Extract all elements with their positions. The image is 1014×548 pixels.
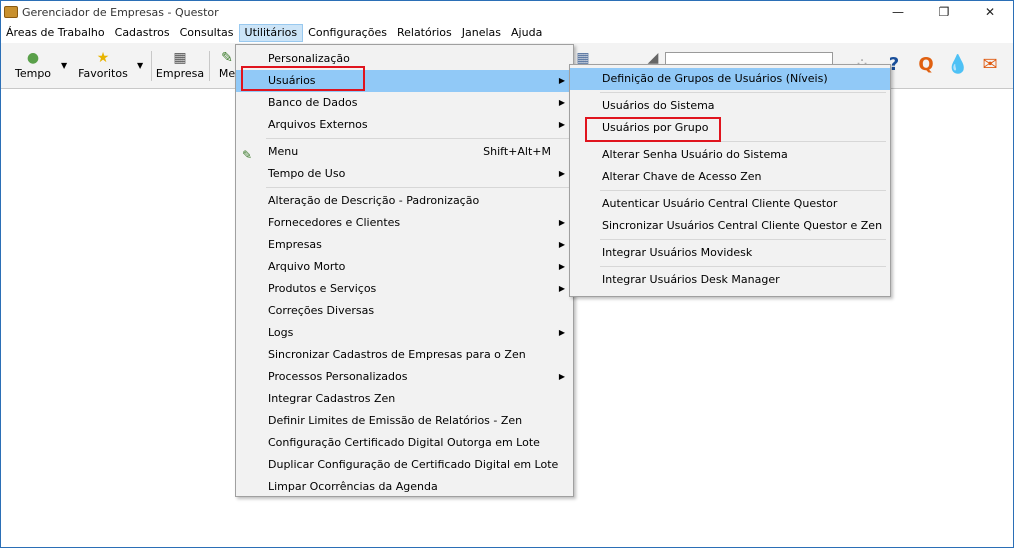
submenu-item-autenticar-central[interactable]: Autenticar Usuário Central Cliente Quest… <box>570 193 890 215</box>
submenu-arrow-icon: ▶ <box>558 76 565 85</box>
annotation-usuarios-por-grupo <box>585 117 721 142</box>
menu-item-arquivos-externos[interactable]: Arquivos Externos ▶ <box>236 114 573 136</box>
submenu-item-alterar-chave-zen[interactable]: Alterar Chave de Acesso Zen <box>570 166 890 188</box>
produtos-label: Produtos e Serviços <box>268 282 377 295</box>
menu-separator <box>266 187 569 188</box>
arquivo-morto-label: Arquivo Morto <box>268 260 346 273</box>
menu-item-fornecedores-clientes[interactable]: Fornecedores e Clientes ▶ <box>236 212 573 234</box>
usuarios-submenu: Definição de Grupos de Usuários (Níveis)… <box>569 64 891 297</box>
app-window: Gerenciador de Empresas - Questor — ❐ ✕ … <box>0 0 1014 548</box>
menu-item-sincronizar-cadastros[interactable]: Sincronizar Cadastros de Empresas para o… <box>236 344 573 366</box>
mail-alert-icon[interactable]: ✉ <box>977 51 1003 77</box>
clock-icon: ● <box>26 50 40 66</box>
minimize-button[interactable]: — <box>875 1 921 23</box>
tempo-uso-label: Tempo de Uso <box>268 167 346 180</box>
menu-consultas[interactable]: Consultas <box>175 24 239 42</box>
menu-item-tempo-de-uso[interactable]: Tempo de Uso ▶ <box>236 163 573 185</box>
submenu-arrow-icon: ▶ <box>558 169 565 178</box>
processos-label: Processos Personalizados <box>268 370 408 383</box>
tempo-button[interactable]: ● Tempo <box>15 49 51 85</box>
submenu-arrow-icon: ▶ <box>558 284 565 293</box>
menu-item-limpar-ocorrencias[interactable]: Limpar Ocorrências da Agenda <box>236 476 573 498</box>
empresa-button[interactable]: ▦ Empresa <box>155 49 205 85</box>
submenu-item-grupos-niveis[interactable]: Definição de Grupos de Usuários (Níveis) <box>570 68 890 90</box>
fornecedores-label: Fornecedores e Clientes <box>268 216 401 229</box>
submenu-arrow-icon: ▶ <box>558 98 565 107</box>
menu-separator <box>266 138 569 139</box>
empresa-label: Empresa <box>155 67 205 80</box>
arquivos-label: Arquivos Externos <box>268 118 368 131</box>
menu-ajuda[interactable]: Ajuda <box>506 24 547 42</box>
menu-bar: Áreas de Trabalho Cadastros Consultas Ut… <box>1 23 1013 43</box>
menu-item-menu[interactable]: ✎ Menu Shift+Alt+M <box>236 141 573 163</box>
toolbar-separator <box>151 51 152 81</box>
menu-item-empresas[interactable]: Empresas ▶ <box>236 234 573 256</box>
submenu-arrow-icon: ▶ <box>558 262 565 271</box>
submenu-arrow-icon: ▶ <box>558 240 565 249</box>
empresas-label: Empresas <box>268 238 322 251</box>
submenu-arrow-icon: ▶ <box>558 328 565 337</box>
tempo-dropdown-arrow[interactable]: ▼ <box>61 61 67 70</box>
menu-tree-icon: ✎ <box>221 50 233 66</box>
annotation-usuarios <box>241 66 365 91</box>
menu-button[interactable]: ✎ Me <box>217 49 237 85</box>
menu-cadastros[interactable]: Cadastros <box>110 24 175 42</box>
menu-item-config-certificado[interactable]: Configuração Certificado Digital Outorga… <box>236 432 573 454</box>
maximize-button[interactable]: ❐ <box>921 1 967 23</box>
favoritos-dropdown-arrow[interactable]: ▼ <box>137 61 143 70</box>
star-icon: ★ <box>96 50 110 66</box>
submenu-item-integrar-desk-manager[interactable]: Integrar Usuários Desk Manager <box>570 269 890 291</box>
submenu-item-alterar-senha[interactable]: Alterar Senha Usuário do Sistema <box>570 144 890 166</box>
shortcut-text: Shift+Alt+M <box>483 145 551 158</box>
menu-separator <box>600 190 886 191</box>
menu-item-arquivo-morto[interactable]: Arquivo Morto ▶ <box>236 256 573 278</box>
banco-label: Banco de Dados <box>268 96 358 109</box>
menu-configuracoes[interactable]: Configurações <box>303 24 392 42</box>
submenu-arrow-icon: ▶ <box>558 218 565 227</box>
menu-item-definir-limites[interactable]: Definir Limites de Emissão de Relatórios… <box>236 410 573 432</box>
toolbar-separator <box>209 51 210 81</box>
menu-separator <box>600 239 886 240</box>
building-icon: ▦ <box>173 50 187 66</box>
menu-item-produtos-servicos[interactable]: Produtos e Serviços ▶ <box>236 278 573 300</box>
menu-item-alteracao-descricao[interactable]: Alteração de Descrição - Padronização <box>236 190 573 212</box>
menu-item-processos-personalizados[interactable]: Processos Personalizados ▶ <box>236 366 573 388</box>
menu-relatorios[interactable]: Relatórios <box>392 24 457 42</box>
menu-label: Me <box>218 67 236 80</box>
menu-janelas[interactable]: Janelas <box>457 24 506 42</box>
menu-item-integrar-cadastros-zen[interactable]: Integrar Cadastros Zen <box>236 388 573 410</box>
favoritos-label: Favoritos <box>78 67 128 80</box>
menu-item-logs[interactable]: Logs ▶ <box>236 322 573 344</box>
menu-utilitarios[interactable]: Utilitários <box>238 24 304 42</box>
submenu-item-usuarios-sistema[interactable]: Usuários do Sistema <box>570 95 890 117</box>
menu-item-correcoes-diversas[interactable]: Correções Diversas <box>236 300 573 322</box>
logs-label: Logs <box>268 326 294 339</box>
tempo-label: Tempo <box>14 67 52 80</box>
app-icon <box>4 6 18 18</box>
title-bar: Gerenciador de Empresas - Questor — ❐ ✕ <box>1 1 1013 23</box>
submenu-item-sincronizar-usuarios[interactable]: Sincronizar Usuários Central Cliente Que… <box>570 215 890 237</box>
menu-item-banco-de-dados[interactable]: Banco de Dados ▶ <box>236 92 573 114</box>
submenu-item-integrar-movidesk[interactable]: Integrar Usuários Movidesk <box>570 242 890 264</box>
submenu-arrow-icon: ▶ <box>558 372 565 381</box>
window-title: Gerenciador de Empresas - Questor <box>22 5 219 19</box>
menu-separator <box>600 92 886 93</box>
menu-item-duplicar-certificado[interactable]: Duplicar Configuração de Certificado Dig… <box>236 454 573 476</box>
questor-q-icon[interactable]: Q <box>913 51 939 77</box>
utilitarios-dropdown: Personalização Usuários ▶ Banco de Dados ▶… <box>235 44 574 497</box>
close-button[interactable]: ✕ <box>967 1 1013 23</box>
menu-label: Menu <box>268 145 299 158</box>
drop-person-icon[interactable]: 💧 <box>945 51 971 77</box>
favoritos-button[interactable]: ★ Favoritos <box>77 49 129 85</box>
submenu-arrow-icon: ▶ <box>558 120 565 129</box>
menu-areas-de-trabalho[interactable]: Áreas de Trabalho <box>1 24 110 42</box>
menu-separator <box>600 266 886 267</box>
